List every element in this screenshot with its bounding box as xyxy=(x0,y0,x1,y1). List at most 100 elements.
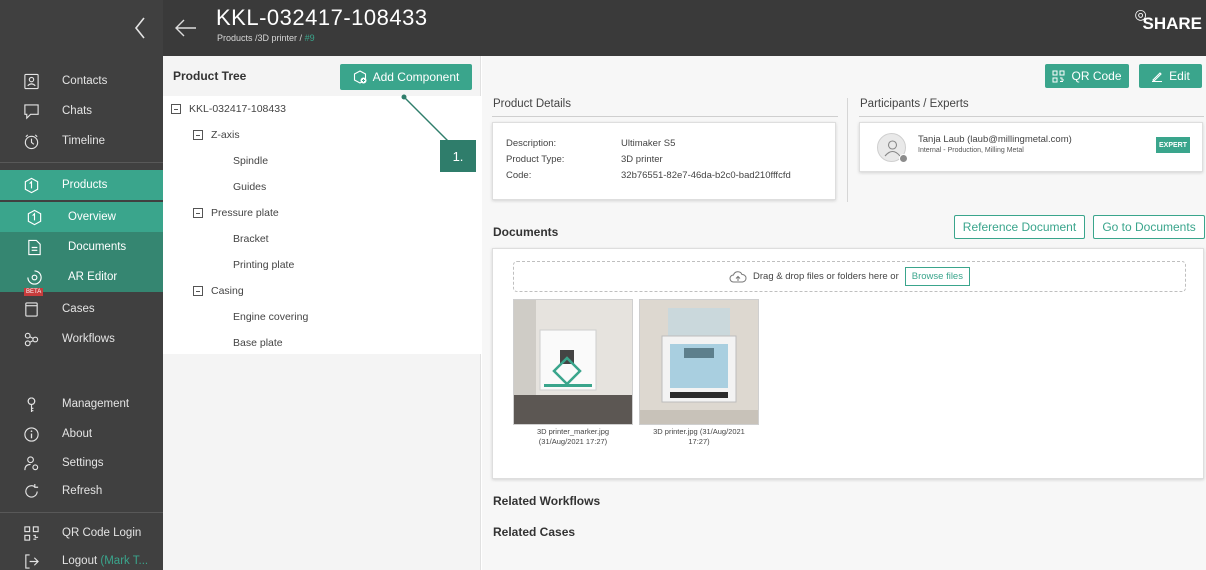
expert-org: Internal - Production, Milling Metal xyxy=(918,147,1024,154)
add-component-icon xyxy=(353,70,367,84)
sidebar-item-label: Contacts xyxy=(62,75,108,87)
related-workflows-title: Related Workflows xyxy=(493,494,601,508)
qr-login-icon xyxy=(0,525,62,542)
tree-node[interactable]: Printing plate xyxy=(163,252,481,278)
add-component-button[interactable]: Add Component xyxy=(340,64,472,90)
logout-label: Logout xyxy=(62,555,98,567)
tree-node-label: Bracket xyxy=(233,233,269,245)
sidebar-item-overview[interactable]: Overview xyxy=(0,202,163,232)
collapse-toggle-icon[interactable] xyxy=(193,286,203,296)
tree-node-label: Casing xyxy=(211,285,244,297)
sidebar-collapse-button[interactable] xyxy=(0,0,163,56)
tree-node[interactable]: Base plate xyxy=(163,330,481,356)
product-tree-header: Product Tree Add Component xyxy=(163,56,481,94)
sidebar-item-label: Documents xyxy=(68,241,127,253)
detail-value: 32b76551-82e7-46da-b2c0-bad210fffcfd xyxy=(621,170,791,181)
document-caption: 3D printer.jpg (31/Aug/2021 17:27) xyxy=(639,427,759,447)
share-logo: ◎ SHARE xyxy=(1134,6,1202,34)
breadcrumb-path[interactable]: Products /3D printer / xyxy=(217,33,302,43)
divider xyxy=(847,98,848,202)
qr-code-icon xyxy=(1052,70,1065,82)
back-button[interactable] xyxy=(172,14,200,42)
sidebar-item-label: Cases xyxy=(62,303,95,315)
collapse-toggle-icon[interactable] xyxy=(193,208,203,218)
edit-button[interactable]: Edit xyxy=(1139,64,1202,88)
breadcrumb-hash[interactable]: #9 xyxy=(305,33,315,43)
tree-node[interactable]: Casing xyxy=(163,278,481,304)
product-details-title: Product Details xyxy=(493,98,571,110)
sidebar-item-chats[interactable]: Chats xyxy=(0,96,163,126)
sidebar: Contacts Chats Timeline Products Overvie… xyxy=(0,56,163,570)
expert-badge: EXPERT xyxy=(1156,137,1190,153)
about-icon xyxy=(0,426,62,443)
page-title: KKL-032417-108433 xyxy=(216,5,428,30)
tree-node-label: Base plate xyxy=(233,337,283,349)
tree-node-label: Pressure plate xyxy=(211,207,279,219)
document-date: 17:27) xyxy=(688,437,710,446)
expert-name: Tanja Laub (laub@millingmetal.com) xyxy=(918,134,1072,145)
sidebar-item-refresh[interactable]: Refresh xyxy=(0,476,163,506)
presence-dot xyxy=(899,154,908,163)
chat-icon xyxy=(0,103,62,120)
product-main: QR Code Edit Product Details Description… xyxy=(482,56,1206,570)
tree-node-label: Guides xyxy=(233,181,267,193)
sidebar-item-label: AR Editor xyxy=(68,271,118,283)
tree-node[interactable]: Bracket xyxy=(163,226,481,252)
sidebar-item-ar-editor[interactable]: BETA AR Editor xyxy=(0,262,163,296)
sidebar-item-products[interactable]: Products xyxy=(0,170,163,200)
sidebar-item-label: About xyxy=(62,428,93,440)
collapse-toggle-icon[interactable] xyxy=(193,130,203,140)
sidebar-item-about[interactable]: About xyxy=(0,419,163,449)
refresh-icon xyxy=(0,483,62,500)
add-component-label: Add Component xyxy=(372,70,460,84)
sidebar-item-logout[interactable]: Logout (Mark T... xyxy=(0,546,163,570)
tree-node-label: Spindle xyxy=(233,155,269,167)
document-name: 3D printer.jpg (31/Aug/2021 xyxy=(653,427,745,436)
sidebar-item-label: Timeline xyxy=(62,135,106,147)
collapse-toggle-icon[interactable] xyxy=(171,104,181,114)
tree-node[interactable]: Pressure plate xyxy=(163,200,481,226)
sidebar-item-qr-login[interactable]: QR Code Login xyxy=(0,518,163,548)
sidebar-item-workflows[interactable]: Workflows xyxy=(0,324,163,354)
sidebar-item-cases[interactable]: Cases xyxy=(0,294,163,324)
products-icon xyxy=(0,177,62,194)
related-cases-title: Related Cases xyxy=(493,525,576,539)
file-dropzone[interactable]: Drag & drop files or folders here or Bro… xyxy=(513,261,1186,292)
detail-key: Description: xyxy=(506,138,557,149)
expert-card[interactable]: Tanja Laub (laub@millingmetal.com) Inter… xyxy=(859,122,1203,172)
participants-title: Participants / Experts xyxy=(860,98,969,110)
contacts-icon xyxy=(0,73,62,90)
sidebar-item-label: Refresh xyxy=(62,485,103,497)
cases-icon xyxy=(0,301,62,318)
tree-node[interactable]: Engine covering xyxy=(163,304,481,330)
document-name: 3D printer_marker.jpg xyxy=(536,427,610,436)
sidebar-item-documents[interactable]: Documents xyxy=(0,232,163,262)
sidebar-item-label: Workflows xyxy=(62,333,115,345)
sidebar-item-management[interactable]: Management xyxy=(0,389,163,419)
detail-key: Code: xyxy=(506,170,532,181)
detail-value: Ultimaker S5 xyxy=(621,138,676,149)
sidebar-item-label: Overview xyxy=(68,211,116,223)
sidebar-item-settings[interactable]: Settings xyxy=(0,448,163,478)
document-thumbnail[interactable] xyxy=(639,299,759,425)
qr-code-button[interactable]: QR Code xyxy=(1045,64,1129,88)
pencil-icon xyxy=(1152,72,1163,82)
callout-badge: 1. xyxy=(440,140,476,172)
tree-node-label: KKL-032417-108433 xyxy=(189,103,286,115)
documents-card: Drag & drop files or folders here or Bro… xyxy=(492,248,1204,479)
tree-node-label: Printing plate xyxy=(233,259,295,271)
timeline-icon xyxy=(0,133,62,150)
overview-icon xyxy=(0,209,68,226)
sidebar-item-contacts[interactable]: Contacts xyxy=(0,66,163,96)
detail-key: Product Type: xyxy=(506,154,565,165)
sidebar-item-timeline[interactable]: Timeline xyxy=(0,126,163,156)
printer-photo-image xyxy=(640,300,758,424)
tree-node[interactable]: Guides xyxy=(163,174,481,200)
document-thumbnail[interactable] xyxy=(513,299,633,425)
browse-files-button[interactable]: Browse files xyxy=(904,267,970,286)
reference-document-button[interactable]: Reference Document xyxy=(954,215,1085,239)
sidebar-divider xyxy=(0,162,163,163)
go-to-documents-button[interactable]: Go to Documents xyxy=(1093,215,1205,239)
tree-node-label: Z-axis xyxy=(211,129,240,141)
product-tree-title: Product Tree xyxy=(173,69,247,83)
